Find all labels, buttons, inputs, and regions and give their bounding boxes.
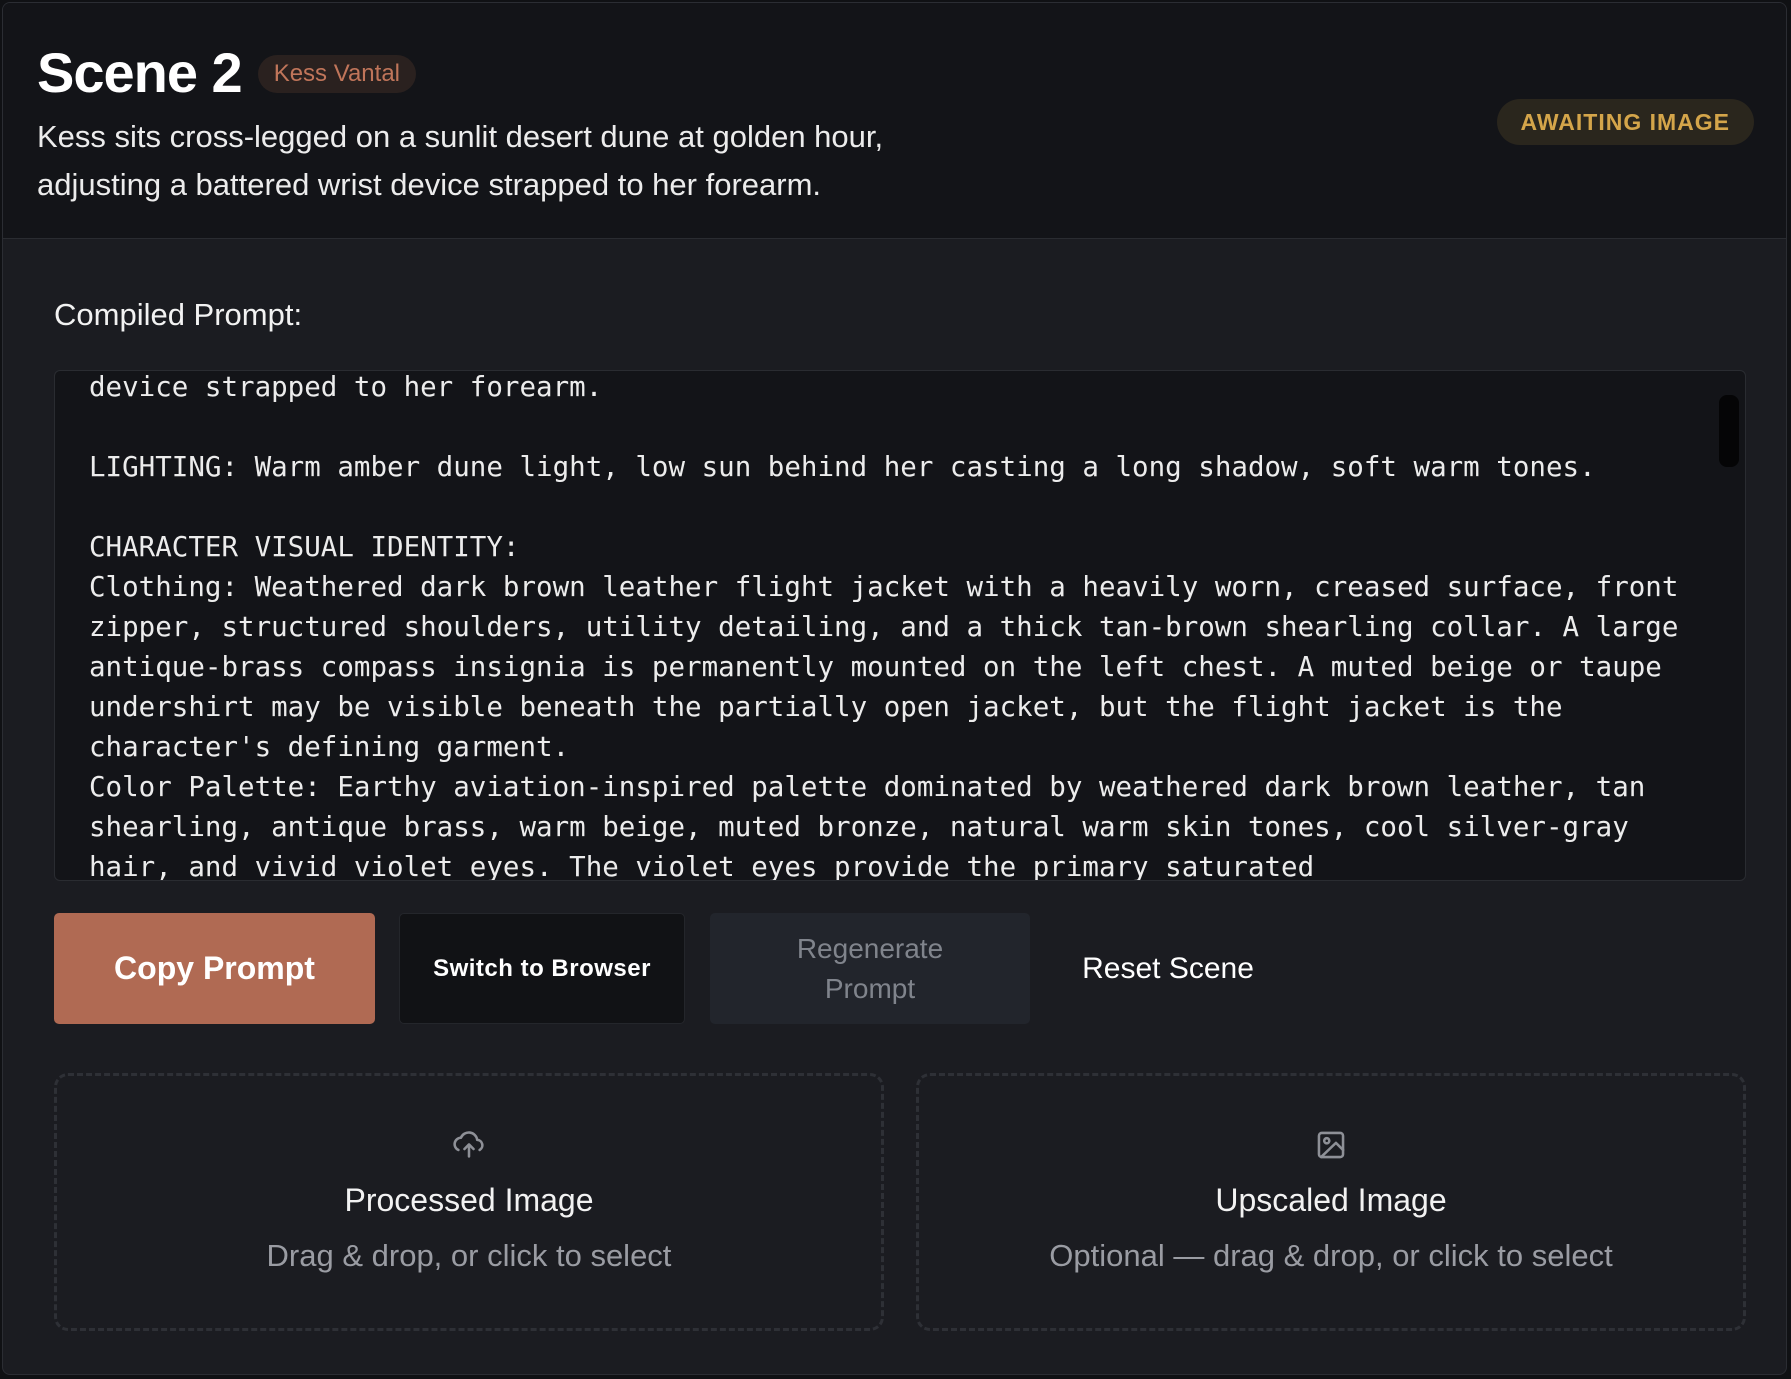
- copy-prompt-button[interactable]: Copy Prompt: [54, 913, 375, 1024]
- compiled-prompt-label: Compiled Prompt:: [54, 297, 303, 332]
- prompt-scrollbar[interactable]: [1719, 395, 1739, 467]
- regenerate-prompt-button[interactable]: Regenerate Prompt: [710, 913, 1030, 1024]
- scene-title: Scene 2: [37, 41, 243, 104]
- processed-image-hint: Drag & drop, or click to select: [266, 1238, 672, 1273]
- upscaled-image-hint: Optional — drag & drop, or click to sele…: [1049, 1238, 1613, 1273]
- scene-header: Scene 2 Kess Vantal Kess sits cross-legg…: [3, 3, 1786, 239]
- image-icon: [1317, 1131, 1345, 1159]
- compiled-prompt-box[interactable]: device strapped to her forearm. LIGHTING…: [54, 370, 1746, 881]
- status-badge: AWAITING IMAGE: [1496, 99, 1754, 145]
- upscaled-image-dropzone[interactable]: Upscaled Image Optional — drag & drop, o…: [916, 1073, 1746, 1331]
- scene-title-row: Scene 2 Kess Vantal: [37, 41, 416, 105]
- upscaled-image-title: Upscaled Image: [1215, 1182, 1447, 1218]
- character-badge: Kess Vantal: [257, 55, 416, 93]
- processed-image-dropzone[interactable]: Processed Image Drag & drop, or click to…: [54, 1073, 884, 1331]
- scene-description: Kess sits cross-legged on a sunlit deser…: [37, 119, 884, 202]
- upload-cloud-icon: [453, 1131, 484, 1158]
- processed-image-title: Processed Image: [344, 1182, 594, 1218]
- compiled-prompt-text[interactable]: device strapped to her forearm. LIGHTING…: [89, 371, 1709, 880]
- switch-to-browser-button[interactable]: Switch to Browser: [399, 913, 685, 1024]
- scene-card: Scene 2 Kess Vantal Kess sits cross-legg…: [2, 2, 1787, 1375]
- reset-scene-button[interactable]: Reset Scene: [1054, 913, 1282, 1024]
